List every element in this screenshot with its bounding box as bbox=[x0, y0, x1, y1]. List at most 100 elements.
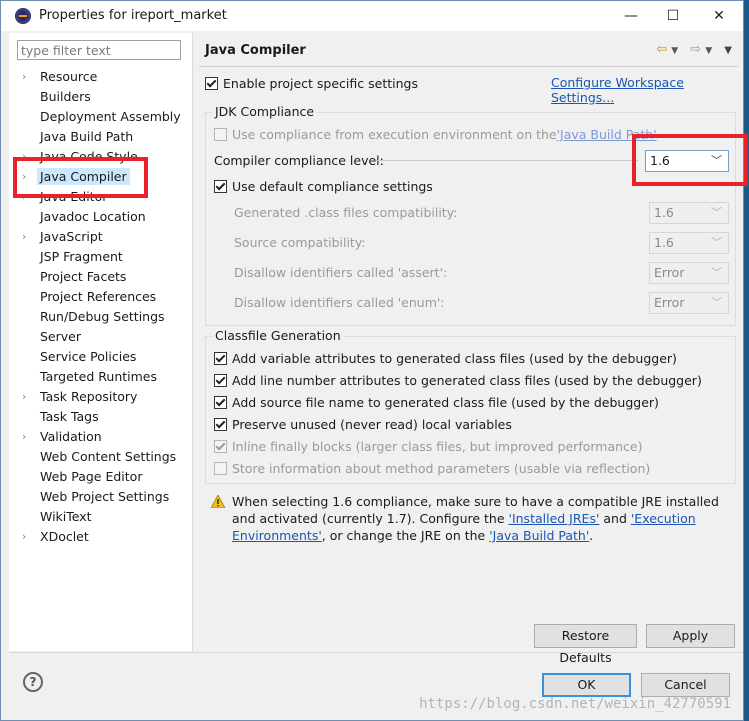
classfile-group: Classfile Generation Add variable attrib… bbox=[205, 328, 736, 484]
sidebar-item-label: XDoclet bbox=[40, 529, 89, 544]
use-env-compliance-checkbox[interactable]: Use compliance from execution environmen… bbox=[214, 127, 657, 142]
minimize-button[interactable]: — bbox=[620, 6, 642, 26]
warning-message: When selecting 1.6 compliance, make sure… bbox=[232, 494, 719, 543]
filter-input[interactable] bbox=[17, 40, 181, 60]
sidebar-item[interactable]: Run/Debug Settings bbox=[9, 307, 192, 327]
chevron-right-icon[interactable]: › bbox=[22, 67, 26, 87]
cf-inline-checkbox[interactable]: Inline finally blocks (larger class file… bbox=[214, 439, 643, 454]
restore-defaults-button[interactable]: Restore Defaults bbox=[534, 624, 637, 665]
sidebar-item[interactable]: Web Project Settings bbox=[9, 487, 192, 507]
classfile-label: Classfile Generation bbox=[212, 328, 344, 343]
sidebar-item[interactable]: WikiText bbox=[9, 507, 192, 527]
sidebar-item[interactable]: Web Content Settings bbox=[9, 447, 192, 467]
configure-workspace-link[interactable]: Configure Workspace Settings... bbox=[551, 75, 744, 105]
assert-select[interactable]: Error ﹀ bbox=[649, 262, 729, 284]
chevron-right-icon[interactable]: › bbox=[22, 427, 26, 447]
nav-arrows: ⇦▼ ⇨▼ ▼ bbox=[656, 42, 736, 57]
sidebar-item[interactable]: Targeted Runtimes bbox=[9, 367, 192, 387]
watermark: https://blog.csdn.net/weixin_42770591 bbox=[419, 696, 731, 712]
sidebar-item[interactable]: Deployment Assembly bbox=[9, 107, 192, 127]
use-default-compliance-checkbox[interactable]: Use default compliance settings bbox=[214, 179, 433, 194]
sidebar-item[interactable]: Javadoc Location bbox=[9, 207, 192, 227]
close-button[interactable]: ✕ bbox=[708, 6, 730, 26]
cf-source-checkbox[interactable]: Add source file name to generated class … bbox=[214, 395, 659, 410]
sidebar-item-label: Builders bbox=[40, 89, 91, 104]
compliance-line bbox=[376, 160, 638, 161]
sidebar-item-label: Java Build Path bbox=[40, 129, 134, 144]
cf-line-checkbox[interactable]: Add line number attributes to generated … bbox=[214, 373, 702, 388]
sidebar-item[interactable]: › Validation bbox=[9, 427, 192, 447]
sidebar-item[interactable]: › XDoclet bbox=[9, 527, 192, 547]
forward-arrow-icon[interactable]: ⇨ bbox=[690, 42, 705, 57]
page-title: Java Compiler bbox=[205, 43, 306, 58]
maximize-button[interactable]: ☐ bbox=[662, 6, 684, 26]
apply-button[interactable]: Apply bbox=[646, 624, 735, 648]
sidebar-item-label: Web Content Settings bbox=[40, 449, 177, 464]
enable-specific-checkbox[interactable]: Enable project specific settings bbox=[205, 76, 418, 91]
title-bar[interactable]: Properties for ireport_market — ☐ ✕ bbox=[1, 1, 743, 31]
sidebar-item[interactable]: Server bbox=[9, 327, 192, 347]
forward-menu-icon[interactable]: ▼ bbox=[705, 46, 716, 56]
sidebar-item-label: Run/Debug Settings bbox=[40, 309, 165, 324]
sidebar-item[interactable]: Java Build Path bbox=[9, 127, 192, 147]
source-compat-select[interactable]: 1.6 ﹀ bbox=[649, 232, 729, 254]
sidebar-item-label: Project References bbox=[40, 289, 157, 304]
sidebar-item-label: Deployment Assembly bbox=[40, 109, 181, 124]
chevron-down-icon: ﹀ bbox=[711, 296, 722, 309]
chevron-down-icon: ﹀ bbox=[711, 236, 722, 249]
cf-variable-checkbox[interactable]: Add variable attributes to generated cla… bbox=[214, 351, 677, 366]
assert-label: Disallow identifiers called 'assert': bbox=[234, 265, 448, 280]
generated-class-label: Generated .class files compatibility: bbox=[234, 205, 458, 220]
header-separator bbox=[199, 66, 738, 67]
chevron-right-icon[interactable]: › bbox=[22, 527, 26, 547]
highlight-box-compliance bbox=[632, 134, 748, 186]
sidebar-item-label: Validation bbox=[40, 429, 102, 444]
eclipse-icon bbox=[15, 8, 31, 24]
java-build-path-link-2[interactable]: 'Java Build Path' bbox=[489, 528, 589, 543]
properties-dialog: Properties for ireport_market — ☐ ✕ › Res… bbox=[0, 0, 748, 721]
cf-store-checkbox[interactable]: Store information about method parameter… bbox=[214, 461, 650, 476]
sidebar-item[interactable]: Service Policies bbox=[9, 347, 192, 367]
chevron-down-icon: ﹀ bbox=[711, 206, 722, 219]
sidebar-item[interactable]: Builders bbox=[9, 87, 192, 107]
sidebar-item-label: Task Repository bbox=[40, 389, 138, 404]
sidebar-item[interactable]: Web Page Editor bbox=[9, 467, 192, 487]
enum-label: Disallow identifiers called 'enum': bbox=[234, 295, 445, 310]
sidebar-item-label: JSP Fragment bbox=[40, 249, 123, 264]
sidebar-item-label: Targeted Runtimes bbox=[40, 369, 157, 384]
chevron-right-icon[interactable]: › bbox=[22, 387, 26, 407]
ok-button[interactable]: OK bbox=[542, 673, 631, 697]
source-compat-label: Source compatibility: bbox=[234, 235, 366, 250]
sidebar-item-label: Service Policies bbox=[40, 349, 137, 364]
sidebar-item[interactable]: › JavaScript bbox=[9, 227, 192, 247]
back-arrow-icon[interactable]: ⇦ bbox=[656, 42, 671, 57]
sidebar-item-label: WikiText bbox=[40, 509, 92, 524]
sidebar-item-label: Javadoc Location bbox=[40, 209, 146, 224]
sidebar-item[interactable]: Task Tags bbox=[9, 407, 192, 427]
sidebar-item-label: Task Tags bbox=[40, 409, 99, 424]
chevron-right-icon[interactable]: › bbox=[22, 227, 26, 247]
sidebar-item[interactable]: JSP Fragment bbox=[9, 247, 192, 267]
installed-jres-link[interactable]: 'Installed JREs' bbox=[509, 511, 600, 526]
sidebar-item[interactable]: › Task Repository bbox=[9, 387, 192, 407]
sidebar-item[interactable]: Project Facets bbox=[9, 267, 192, 287]
cf-preserve-checkbox[interactable]: Preserve unused (never read) local varia… bbox=[214, 417, 512, 432]
main-panel: Java Compiler ⇦▼ ⇨▼ ▼ Enable project spe… bbox=[193, 33, 744, 665]
page-tree: › Resource Builders Deployment Assembly Java… bbox=[9, 67, 192, 547]
sidebar-item-label: Web Page Editor bbox=[40, 469, 143, 484]
back-menu-icon[interactable]: ▼ bbox=[671, 46, 682, 56]
sidebar-item-label: Server bbox=[40, 329, 81, 344]
sidebar-item[interactable]: Project References bbox=[9, 287, 192, 307]
help-icon[interactable]: ? bbox=[23, 672, 43, 692]
generated-class-select[interactable]: 1.6 ﹀ bbox=[649, 202, 729, 224]
sidebar-item-label: Project Facets bbox=[40, 269, 127, 284]
sidebar-item-label: JavaScript bbox=[40, 229, 103, 244]
compliance-level-label: Compiler compliance level: bbox=[214, 153, 384, 168]
jdk-compliance-label: JDK Compliance bbox=[212, 104, 318, 119]
cancel-button[interactable]: Cancel bbox=[641, 673, 730, 697]
sidebar-item[interactable]: › Resource bbox=[9, 67, 192, 87]
view-menu-icon[interactable]: ▼ bbox=[724, 45, 736, 56]
highlight-box-java-compiler bbox=[13, 157, 148, 198]
sidebar: › Resource Builders Deployment Assembly Java… bbox=[9, 33, 193, 651]
enum-select[interactable]: Error ﹀ bbox=[649, 292, 729, 314]
